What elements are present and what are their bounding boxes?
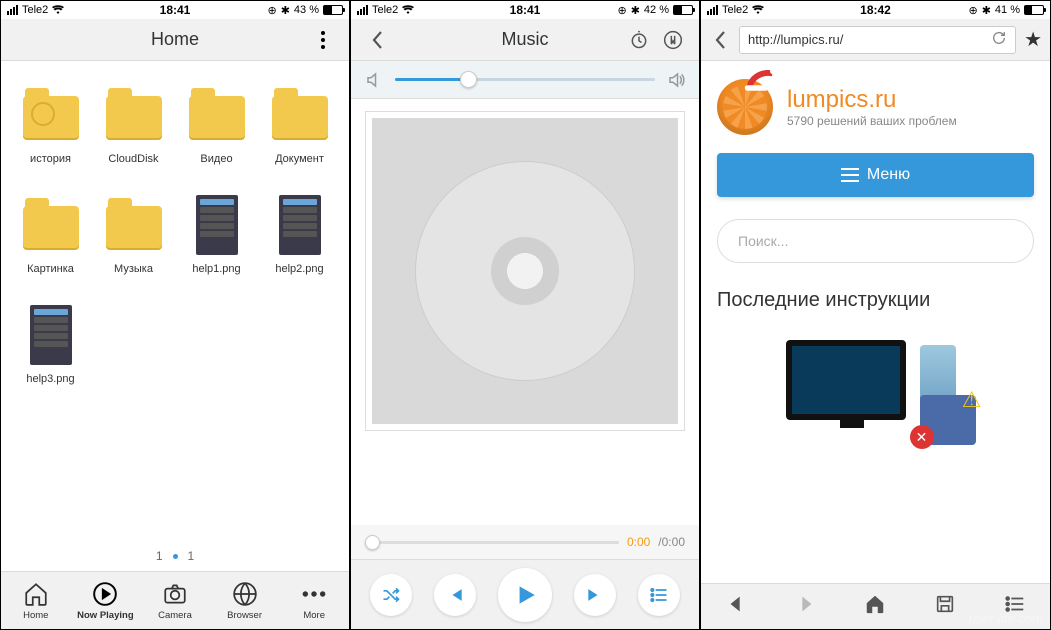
tab-now-playing[interactable]: Now Playing bbox=[75, 581, 135, 621]
globe-icon bbox=[232, 581, 258, 607]
item-label: Картинка bbox=[27, 263, 74, 275]
grid-item[interactable]: help3.png bbox=[11, 305, 90, 411]
menu-button[interactable]: Меню bbox=[717, 153, 1034, 197]
time-current: 0:00 bbox=[627, 535, 650, 549]
nav-home-button[interactable] bbox=[864, 593, 886, 620]
tab-browser[interactable]: Browser bbox=[215, 581, 275, 621]
favorite-button[interactable]: ★ bbox=[1024, 27, 1042, 52]
back-button[interactable] bbox=[357, 19, 397, 60]
grid-item[interactable]: CloudDisk bbox=[94, 85, 173, 191]
page-title: Music bbox=[501, 29, 548, 50]
grid-item[interactable]: история bbox=[11, 85, 90, 191]
nav-back-button[interactable] bbox=[725, 593, 747, 620]
player-controls bbox=[351, 559, 699, 629]
battery-icon bbox=[673, 5, 693, 15]
folder-icon bbox=[23, 96, 79, 140]
image-thumbnail bbox=[279, 195, 321, 255]
nav-forward-button[interactable] bbox=[795, 593, 817, 620]
volume-slider[interactable] bbox=[395, 78, 655, 81]
reload-icon[interactable] bbox=[991, 30, 1007, 49]
battery-icon bbox=[323, 5, 343, 15]
image-thumbnail bbox=[30, 305, 72, 365]
shuffle-button[interactable] bbox=[370, 574, 412, 616]
more-icon bbox=[301, 581, 327, 607]
nav-bar: Music bbox=[351, 19, 699, 61]
url-bar: http://lumpics.ru/ ★ bbox=[701, 19, 1050, 61]
volume-high-icon bbox=[667, 71, 685, 89]
item-label: CloudDisk bbox=[108, 153, 158, 165]
more-options-button[interactable] bbox=[303, 19, 343, 60]
progress-slider[interactable] bbox=[365, 541, 619, 544]
item-label: help3.png bbox=[26, 373, 74, 385]
status-time: 18:41 bbox=[1, 3, 349, 17]
image-thumbnail bbox=[196, 195, 238, 255]
nav-bar: Home bbox=[1, 19, 349, 61]
back-button[interactable] bbox=[709, 30, 731, 50]
play-button[interactable] bbox=[498, 568, 552, 622]
page-indicator: 1 1 bbox=[1, 541, 349, 571]
url-field[interactable]: http://lumpics.ru/ bbox=[739, 26, 1016, 54]
file-grid: история CloudDisk Видео Документ Картинка Муз… bbox=[1, 61, 349, 541]
grid-item[interactable]: Видео bbox=[177, 85, 256, 191]
home-icon bbox=[23, 581, 49, 607]
tab-home[interactable]: Home bbox=[6, 581, 66, 621]
search-input[interactable]: Поиск... bbox=[717, 219, 1034, 263]
article-preview[interactable] bbox=[717, 330, 1034, 450]
brand-subtitle: 5790 решений ваших проблем bbox=[787, 114, 957, 128]
status-bar: Tele2 18:41 ⊕✱ 42 % bbox=[351, 1, 699, 19]
brand-name: lumpics.ru bbox=[787, 86, 957, 114]
grid-item[interactable]: Картинка bbox=[11, 195, 90, 301]
tab-more[interactable]: More bbox=[284, 581, 344, 621]
camera-icon bbox=[162, 581, 188, 607]
tab-bar: Home Now Playing Camera Browser More bbox=[1, 571, 349, 629]
item-label: Видео bbox=[200, 153, 232, 165]
web-content[interactable]: lumpics.ru 5790 решений ваших проблем Ме… bbox=[701, 61, 1050, 583]
playlist-button[interactable] bbox=[638, 574, 680, 616]
save-button[interactable] bbox=[934, 593, 956, 620]
section-heading: Последние инструкции bbox=[717, 289, 1034, 312]
hamburger-icon bbox=[841, 168, 859, 182]
item-label: Документ bbox=[275, 153, 324, 165]
speed-button[interactable] bbox=[653, 19, 693, 60]
album-art-area bbox=[351, 99, 699, 525]
tab-camera[interactable]: Camera bbox=[145, 581, 205, 621]
prev-button[interactable] bbox=[434, 574, 476, 616]
grid-item[interactable]: help2.png bbox=[260, 195, 339, 301]
folder-icon bbox=[23, 206, 79, 250]
status-bar: Tele2 18:42 ⊕✱ 41 % bbox=[701, 1, 1050, 19]
item-label: help2.png bbox=[275, 263, 323, 275]
grid-item[interactable]: Документ bbox=[260, 85, 339, 191]
next-button[interactable] bbox=[574, 574, 616, 616]
progress-row: 0:00/0:00 bbox=[351, 525, 699, 559]
browser-toolbar bbox=[701, 583, 1050, 629]
santa-hat-icon bbox=[743, 65, 779, 93]
item-label: Музыка bbox=[114, 263, 153, 275]
volume-row bbox=[351, 61, 699, 99]
folder-icon bbox=[106, 206, 162, 250]
play-circle-icon bbox=[92, 581, 118, 607]
volume-low-icon bbox=[365, 71, 383, 89]
grid-item[interactable]: help1.png bbox=[177, 195, 256, 301]
item-label: help1.png bbox=[192, 263, 240, 275]
folder-icon bbox=[106, 96, 162, 140]
menu-list-button[interactable] bbox=[1004, 593, 1026, 620]
folder-icon bbox=[189, 96, 245, 140]
status-bar: Tele2 18:41 ⊕✱ 43 % bbox=[1, 1, 349, 19]
battery-icon bbox=[1024, 5, 1044, 15]
disc-icon bbox=[415, 161, 635, 381]
folder-icon bbox=[272, 96, 328, 140]
page-title: Home bbox=[151, 29, 199, 50]
time-total: /0:00 bbox=[658, 535, 685, 549]
item-label: история bbox=[30, 153, 71, 165]
grid-item[interactable]: Музыка bbox=[94, 195, 173, 301]
